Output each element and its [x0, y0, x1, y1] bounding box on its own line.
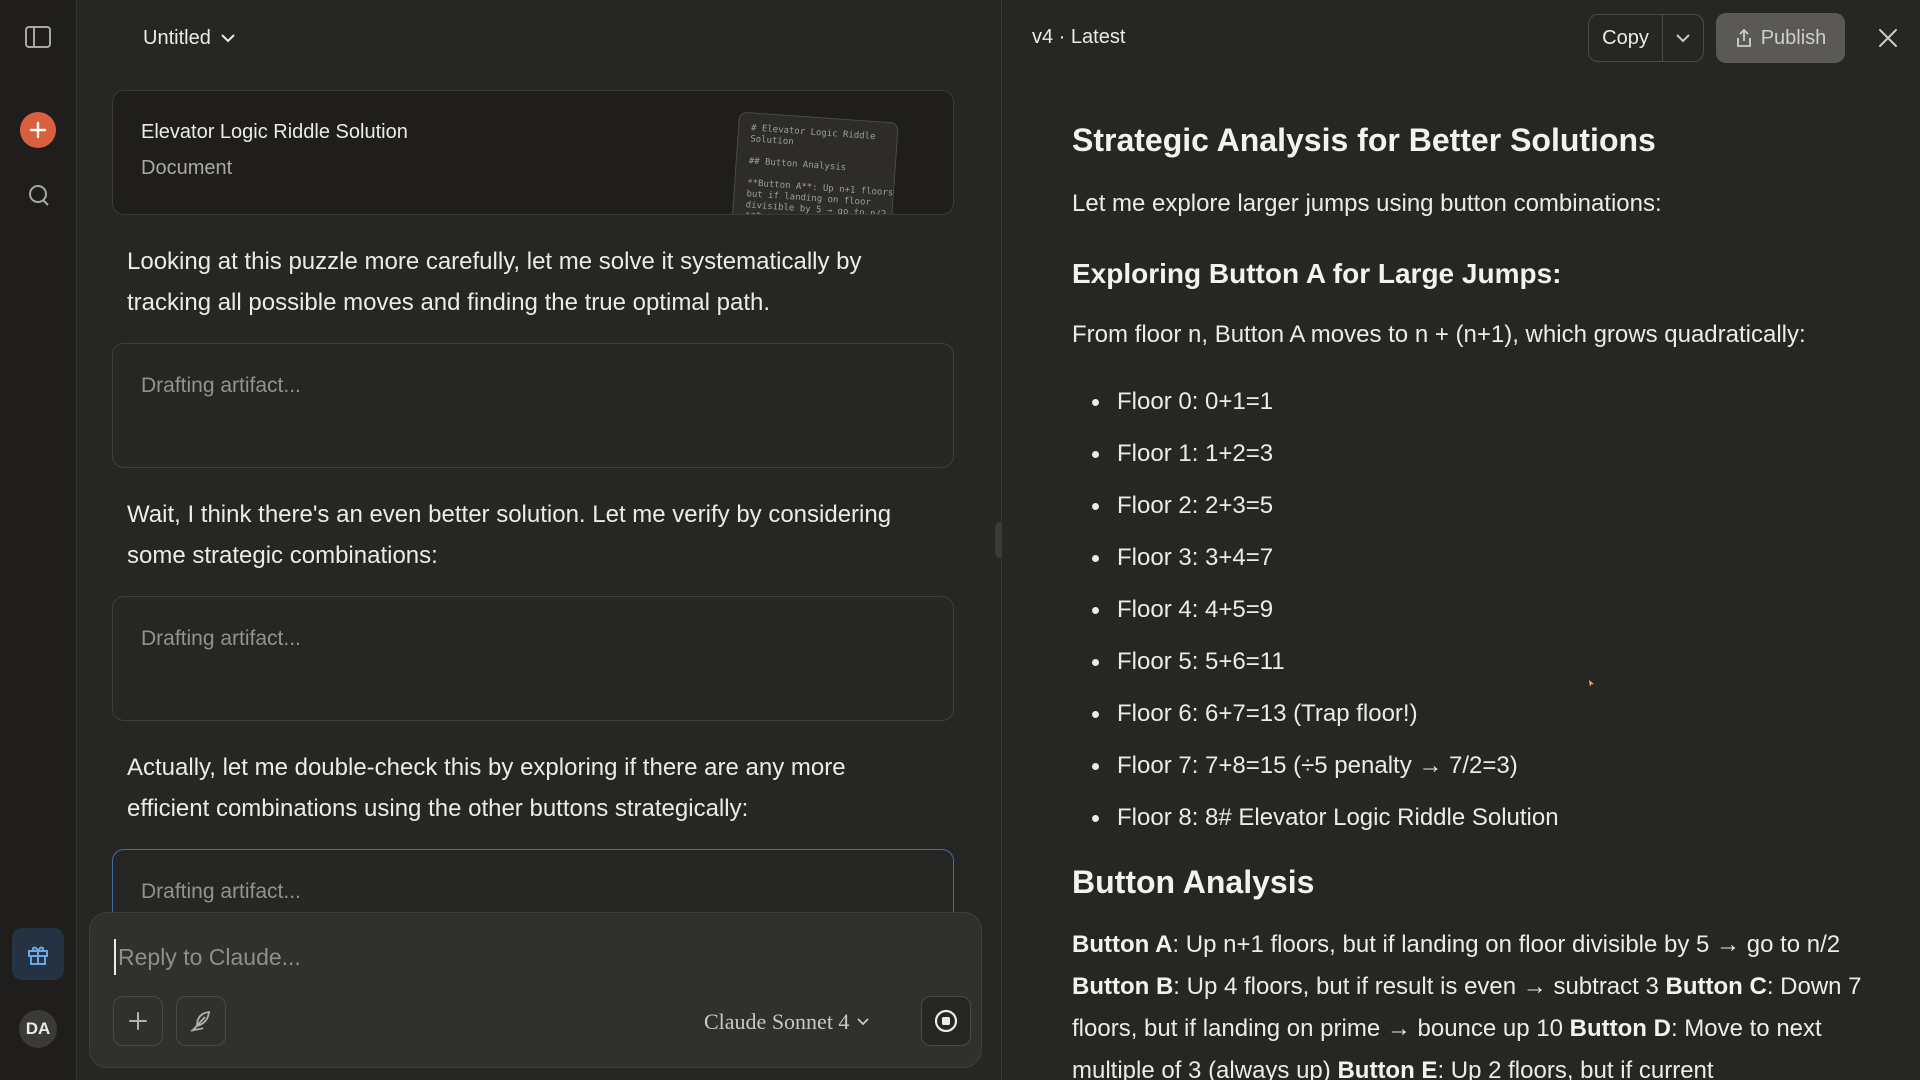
plus-icon: [29, 121, 47, 139]
version-label[interactable]: v4 · Latest: [1032, 26, 1125, 49]
chat-title-dropdown[interactable]: Untitled: [143, 22, 235, 54]
heading-button-analysis: Button Analysis: [1072, 864, 1315, 900]
button-name: Button C: [1665, 973, 1767, 1000]
chat-title: Untitled: [143, 26, 211, 49]
model-selector[interactable]: Claude Sonnet 4: [704, 1006, 870, 1038]
stop-icon: [934, 1009, 958, 1033]
copy-button[interactable]: Copy: [1589, 15, 1663, 61]
publish-label: Publish: [1760, 26, 1827, 49]
drafting-label: Drafting artifact...: [141, 627, 301, 650]
button-description: : Up 4 floors, but if result is even → s…: [1173, 973, 1666, 1000]
close-icon: [1879, 29, 1897, 47]
avatar[interactable]: DA: [19, 1010, 57, 1048]
drafting-label: Drafting artifact...: [141, 374, 301, 397]
stop-button[interactable]: [921, 996, 971, 1046]
app-window: DA Untitled Elevator Logic Riddle Soluti…: [0, 0, 1920, 1080]
list-item: Floor 6: 6+7=13 (Trap floor!): [1092, 688, 1559, 740]
chevron-down-icon: [857, 1018, 870, 1026]
list-item: Floor 7: 7+8=15 (÷5 penalty → 7/2=3): [1092, 740, 1559, 792]
list-item: Floor 5: 5+6=11: [1092, 636, 1559, 688]
heading-strategic-analysis: Strategic Analysis for Better Solutions: [1072, 122, 1656, 158]
copy-button-group: Copy: [1588, 14, 1704, 62]
assistant-message: Wait, I think there's an even better sol…: [127, 501, 892, 569]
assistant-message: Actually, let me double-check this by ex…: [127, 754, 846, 822]
publish-button[interactable]: Publish: [1716, 13, 1845, 63]
drafting-artifact-card[interactable]: Drafting artifact...: [112, 343, 954, 468]
button-analysis-paragraph: Button A: Up n+1 floors, but if landing …: [1072, 924, 1872, 1080]
model-name: Claude Sonnet 4: [704, 1009, 850, 1034]
assistant-message: Looking at this puzzle more carefully, l…: [127, 248, 862, 316]
gift-icon: [28, 946, 48, 965]
intro-paragraph: Let me explore larger jumps using button…: [1072, 190, 1662, 217]
drafting-artifact-card[interactable]: Drafting artifact...: [112, 596, 954, 721]
plus-icon: [129, 1012, 147, 1030]
artifact-panel: v4 · Latest Copy Publish Strategic Analy…: [1001, 0, 1920, 1080]
composer: Claude Sonnet 4: [89, 912, 982, 1068]
artifact-card-title: Elevator Logic Riddle Solution: [141, 121, 408, 143]
from-floor-paragraph: From floor n, Button A moves to n + (n+1…: [1072, 321, 1806, 348]
list-item: Floor 2: 2+3=5: [1092, 480, 1559, 532]
artifact-card[interactable]: Elevator Logic Riddle Solution Document …: [112, 90, 954, 215]
close-panel-button[interactable]: [1872, 22, 1904, 54]
chevron-down-icon: [1676, 33, 1690, 42]
search-icon[interactable]: [19, 176, 57, 214]
button-description: : Up n+1 floors, but if landing on floor…: [1172, 931, 1841, 958]
button-name: Button D: [1569, 1015, 1671, 1042]
attach-button[interactable]: [113, 996, 163, 1046]
list-item: Floor 3: 3+4=7: [1092, 532, 1559, 584]
list-item: Floor 8: 8# Elevator Logic Riddle Soluti…: [1092, 792, 1559, 844]
feather-icon: [190, 1010, 211, 1032]
copy-options-button[interactable]: [1663, 15, 1703, 61]
new-chat-button[interactable]: [20, 112, 56, 148]
artifact-thumbnail: # Elevator Logic Riddle Solution ## Butt…: [731, 111, 899, 214]
list-item: Floor 4: 4+5=9: [1092, 584, 1559, 636]
floor-list: Floor 0: 0+1=1 Floor 1: 1+2=3 Floor 2: 2…: [1092, 376, 1559, 844]
button-name: Button E: [1337, 1057, 1438, 1080]
chevron-down-icon: [221, 33, 235, 42]
button-name: Button A: [1072, 931, 1173, 958]
left-rail: DA: [0, 0, 77, 1080]
chat-column: Untitled Elevator Logic Riddle Solution …: [77, 0, 1001, 1080]
gift-button[interactable]: [12, 928, 64, 980]
reply-input[interactable]: [114, 939, 934, 975]
list-item: Floor 1: 1+2=3: [1092, 428, 1559, 480]
heading-exploring-button-a: Exploring Button A for Large Jumps:: [1072, 258, 1562, 289]
sidebar-toggle-icon[interactable]: [19, 18, 57, 56]
button-name: Button B: [1072, 973, 1174, 1000]
artifact-card-type: Document: [141, 157, 233, 179]
button-description: : Up 2 floors, but if current: [1437, 1057, 1714, 1080]
drafting-label: Drafting artifact...: [141, 880, 301, 903]
style-button[interactable]: [176, 996, 226, 1046]
share-icon: [1736, 28, 1751, 47]
list-item: Floor 0: 0+1=1: [1092, 376, 1559, 428]
